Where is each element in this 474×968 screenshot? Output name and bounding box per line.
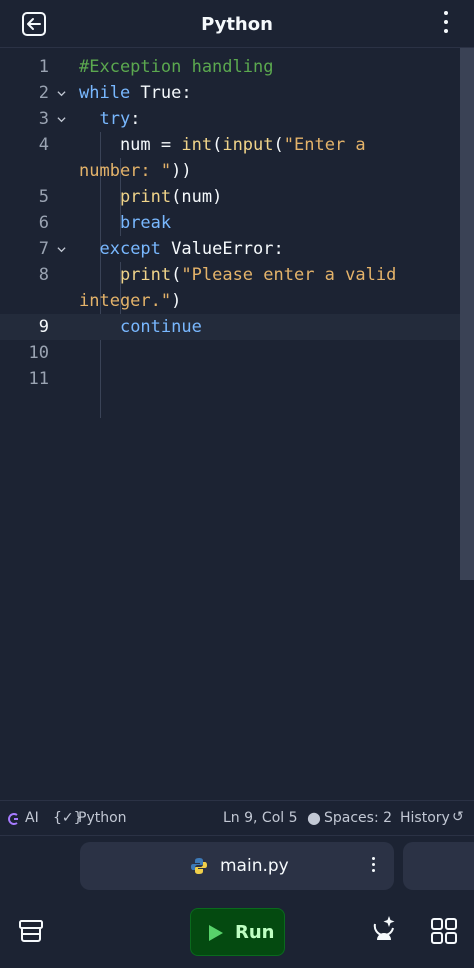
status-bar: AI {✓} Python Ln 9, Col 5 ● Spaces: 2 Hi… xyxy=(0,800,474,836)
code-token: continue xyxy=(119,317,202,337)
code-token: #Exception handling xyxy=(79,57,274,77)
code-token: integer." xyxy=(79,291,172,311)
code-line[interactable]: 7 except ValueError: xyxy=(0,236,460,262)
language-label[interactable]: Python xyxy=(78,810,127,826)
run-label: Run xyxy=(235,922,275,943)
code-token: print xyxy=(119,265,172,285)
code-line[interactable]: 11 xyxy=(0,366,460,392)
history-label[interactable]: History xyxy=(400,810,450,826)
dot-icon: ● xyxy=(307,808,321,827)
code-token: ) xyxy=(171,291,182,311)
code-token: break xyxy=(119,213,172,233)
page-title: Python xyxy=(201,14,273,35)
file-tabs: main.py xyxy=(0,838,474,894)
code-token: print xyxy=(119,187,172,207)
code-token: True: xyxy=(130,83,192,103)
code-token: ( xyxy=(171,265,182,285)
history-icon[interactable]: ↺ xyxy=(452,809,464,825)
code-text: number: ")) xyxy=(79,158,192,184)
editor-scrollbar[interactable] xyxy=(460,48,474,580)
code-line[interactable]: 10 xyxy=(0,340,460,366)
code-token: try xyxy=(99,109,131,129)
code-line[interactable]: 6 break xyxy=(0,210,460,236)
code-text: while True: xyxy=(79,80,192,106)
line-number: 6 xyxy=(38,213,49,233)
code-text: break xyxy=(79,210,171,236)
bottom-toolbar: Run xyxy=(0,896,474,968)
code-text: num = int(input("Enter a xyxy=(79,132,366,158)
code-line[interactable]: 5 print(num) xyxy=(0,184,460,210)
code-text: try: xyxy=(79,106,140,132)
code-text: print("Please enter a valid xyxy=(79,262,396,288)
ai-label[interactable]: AI xyxy=(25,810,39,826)
code-token: ( xyxy=(273,135,284,155)
code-text: #Exception handling xyxy=(79,54,273,80)
line-number: 9 xyxy=(38,317,49,337)
code-token: (num) xyxy=(171,187,223,207)
cursor-position[interactable]: Ln 9, Col 5 xyxy=(223,810,298,826)
play-icon xyxy=(209,925,223,941)
code-token: except xyxy=(99,239,161,259)
code-token: ValueError: xyxy=(160,239,284,259)
code-token: "Please enter a valid xyxy=(181,265,397,285)
kebab-icon[interactable] xyxy=(442,11,450,37)
code-token: ( xyxy=(212,135,223,155)
line-number: 7 xyxy=(38,239,49,259)
line-number: 11 xyxy=(28,369,49,389)
code-token: )) xyxy=(171,161,192,181)
code-line[interactable]: integer.") xyxy=(0,288,460,314)
line-number: 3 xyxy=(38,109,49,129)
run-button[interactable]: Run xyxy=(190,908,285,956)
code-editor[interactable]: 1 #Exception handling 2 while True: 3 try: 4 … xyxy=(0,54,474,796)
line-number: 5 xyxy=(38,187,49,207)
code-text: print(num) xyxy=(79,184,222,210)
code-text: except ValueError: xyxy=(79,236,284,262)
code-line[interactable]: 3 try: xyxy=(0,106,460,132)
code-line[interactable]: 1 #Exception handling xyxy=(0,54,460,80)
line-number: 4 xyxy=(38,135,49,155)
code-line[interactable]: 8 print("Please enter a valid xyxy=(0,262,460,288)
line-number: 1 xyxy=(38,57,49,77)
code-token: while xyxy=(79,83,131,103)
line-number: 2 xyxy=(38,83,49,103)
code-token: input xyxy=(222,135,274,155)
fold-chevron-icon[interactable] xyxy=(57,115,66,124)
code-line[interactable]: 9 continue xyxy=(0,314,460,340)
python-icon xyxy=(191,858,207,874)
tab-main-py[interactable]: main.py xyxy=(80,842,394,890)
tab-label: main.py xyxy=(220,856,289,876)
code-token: number: " xyxy=(79,161,172,181)
code-token: "Enter a xyxy=(283,135,366,155)
tab-next[interactable] xyxy=(403,842,474,890)
line-number: 8 xyxy=(38,265,49,285)
code-token: : xyxy=(130,109,141,129)
code-line[interactable]: 4 num = int(input("Enter a xyxy=(0,132,460,158)
code-text: continue xyxy=(79,314,202,340)
layers-icon[interactable] xyxy=(18,918,44,944)
grid-icon[interactable] xyxy=(430,917,458,945)
ai-assistant-icon[interactable] xyxy=(371,914,399,944)
tab-menu-icon[interactable] xyxy=(372,857,376,875)
ai-icon[interactable] xyxy=(6,812,20,826)
fold-chevron-icon[interactable] xyxy=(57,245,66,254)
spaces-setting[interactable]: Spaces: 2 xyxy=(324,810,392,826)
fold-chevron-icon[interactable] xyxy=(57,89,66,98)
code-line[interactable]: 2 while True: xyxy=(0,80,460,106)
line-number: 10 xyxy=(28,343,49,363)
header-bar: Python xyxy=(0,0,474,48)
code-line[interactable]: number: ")) xyxy=(0,158,460,184)
code-text: integer.") xyxy=(79,288,181,314)
code-token: int xyxy=(181,135,213,155)
code-token: num = xyxy=(79,135,182,155)
